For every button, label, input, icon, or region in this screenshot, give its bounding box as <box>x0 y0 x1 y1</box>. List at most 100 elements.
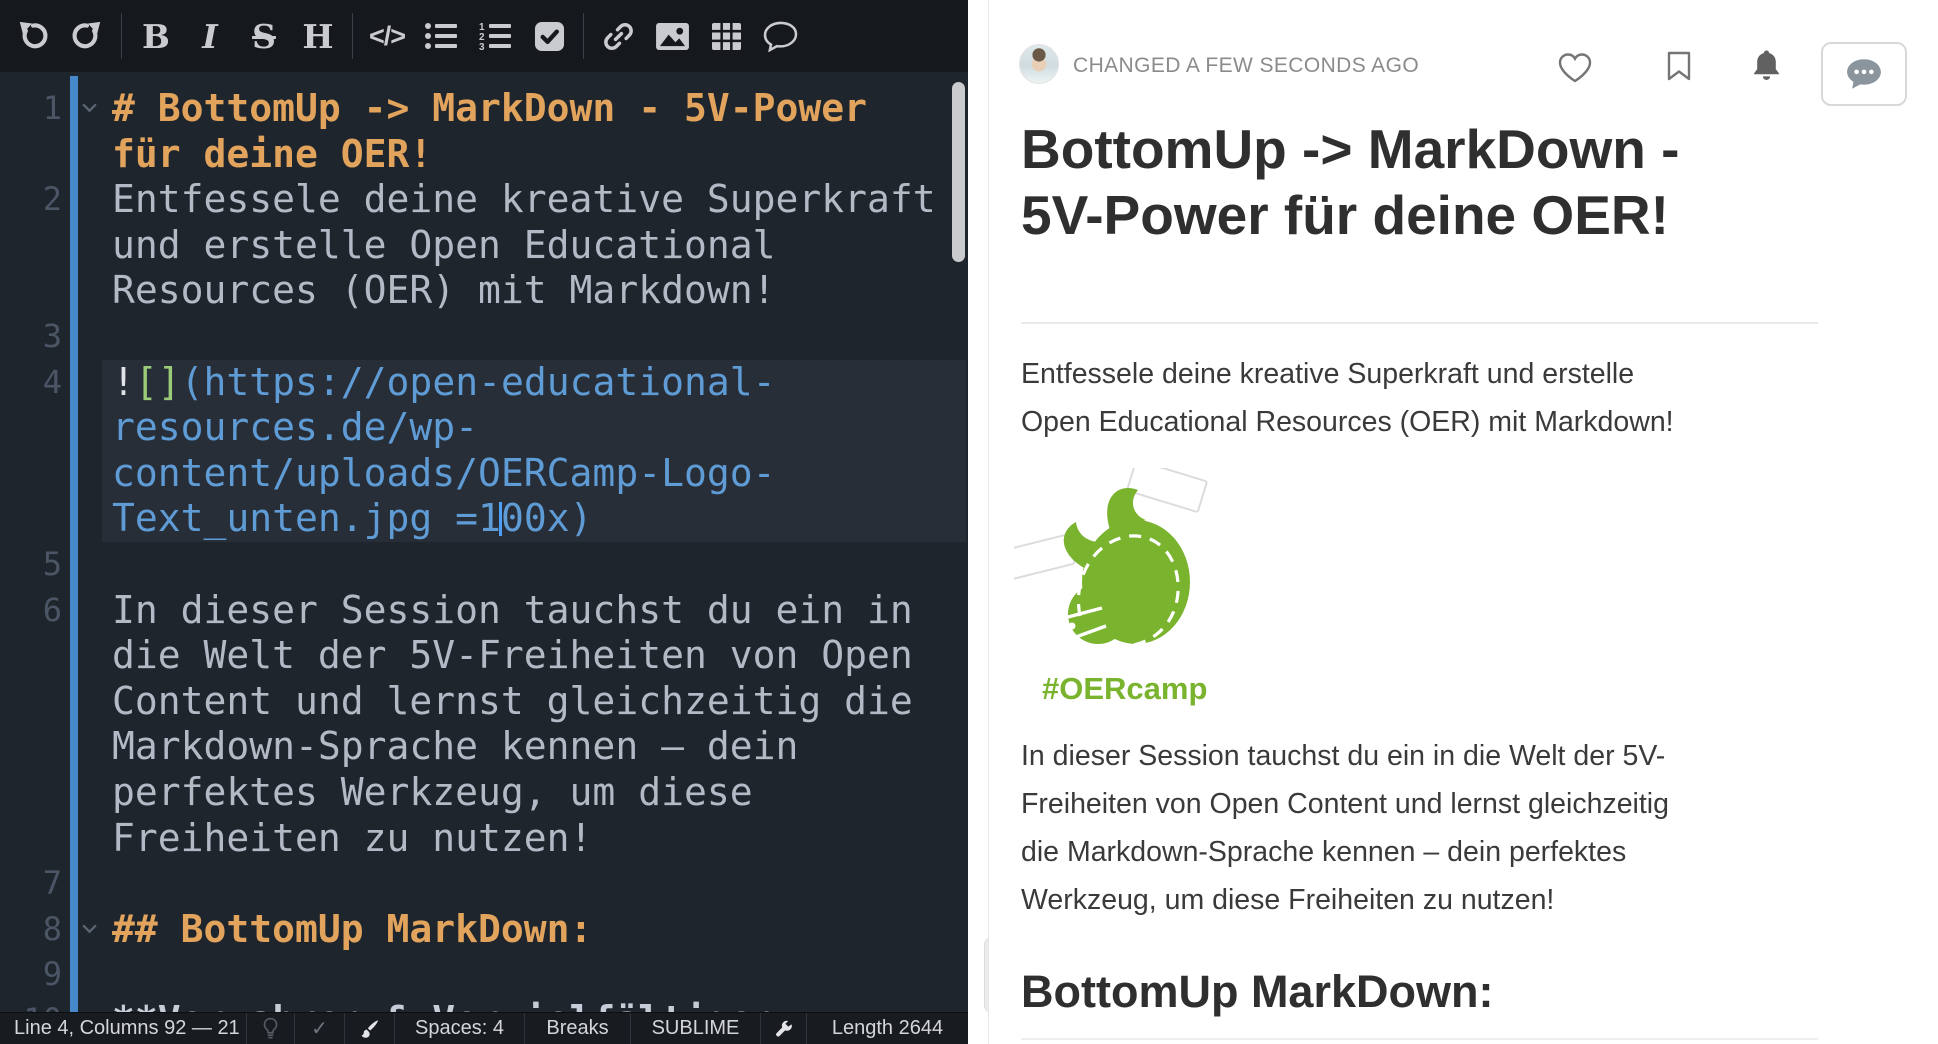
undo-button[interactable] <box>6 7 60 65</box>
horizontal-rule <box>1021 1038 1818 1040</box>
line-number <box>0 405 62 451</box>
toolbar-separator <box>352 13 353 59</box>
spellcheck-status-icon[interactable]: ✓ <box>294 1013 344 1044</box>
checklist-button[interactable] <box>522 7 576 65</box>
code-line[interactable] <box>102 542 966 588</box>
editor-scrollbar-thumb[interactable] <box>952 82 965 262</box>
like-heart-icon[interactable] <box>1557 52 1593 89</box>
code-line[interactable]: Content und lernst gleichzeitig die <box>102 679 966 725</box>
fold-chevron-icon[interactable] <box>81 919 98 938</box>
image-button[interactable] <box>645 7 699 65</box>
paragraph-line: Entfessele deine kreative Superkraft und… <box>1021 350 1841 398</box>
md-heading-text: für deine OER! <box>112 132 432 176</box>
lightbulb-icon[interactable] <box>246 1013 294 1044</box>
code-line[interactable]: die Welt der 5V-Freiheiten von Open <box>102 633 966 679</box>
editor-toolbar: B I S H </> 123 <box>0 0 968 72</box>
code-line[interactable]: Freiheiten zu nutzen! <box>102 816 966 862</box>
document-length-status: Length 2644 <box>806 1013 968 1044</box>
editor-text-area[interactable]: # BottomUp -> MarkDown - 5V-Power für de… <box>102 72 966 1012</box>
code-line[interactable]: für deine OER! <box>102 132 966 178</box>
open-comments-button[interactable] <box>1821 42 1907 106</box>
line-number <box>0 724 62 770</box>
italic-button[interactable]: I <box>183 7 237 65</box>
tape-piece <box>1127 468 1207 512</box>
line-number: 10 <box>0 998 62 1012</box>
indentation-setting[interactable]: Spaces: 4 <box>394 1013 524 1044</box>
line-number: 2 <box>0 177 62 223</box>
toolbar-separator <box>583 13 584 59</box>
linebreak-setting[interactable]: Breaks <box>524 1013 630 1044</box>
keymap-setting[interactable]: SUBLIME <box>630 1013 760 1044</box>
line-number: 5 <box>0 542 62 588</box>
paragraph-line: die Markdown-Sprache kennen – dein perfe… <box>1021 828 1841 876</box>
table-button[interactable] <box>699 7 753 65</box>
line-number: 6 <box>0 588 62 634</box>
comment-button[interactable] <box>753 7 807 65</box>
bookmark-icon[interactable] <box>1667 50 1691 87</box>
code-line[interactable]: ## BottomUp MarkDown: <box>102 907 966 953</box>
redo-button[interactable] <box>60 7 114 65</box>
document-title: BottomUp -> MarkDown - 5V-Power für dein… <box>1021 116 1851 248</box>
oercamp-logo-image: #OERcamp <box>1014 468 1224 707</box>
md-url: resources.de/wp- <box>112 405 478 449</box>
line-number <box>0 633 62 679</box>
code-line-active[interactable]: ![](https://open-educational- <box>102 360 966 406</box>
bold-button[interactable]: B <box>129 7 183 65</box>
session-paragraph: In dieser Session tauchst du ein in die … <box>1021 732 1841 924</box>
fold-chevron-icon[interactable] <box>81 98 98 117</box>
strikethrough-button[interactable]: S <box>237 7 291 65</box>
md-heading-text: ## BottomUp MarkDown: <box>112 907 592 951</box>
md-url: Text_unten.jpg =1 <box>112 496 501 540</box>
code-line[interactable]: # BottomUp -> MarkDown - 5V-Power <box>102 86 966 132</box>
code-line[interactable] <box>102 861 966 907</box>
code-line[interactable]: und erstelle Open Educational <box>102 223 966 269</box>
md-text: Resources (OER) mit Markdown! <box>112 268 775 312</box>
code-line[interactable]: In dieser Session tauchst du ein in <box>102 588 966 634</box>
line-number <box>0 132 62 178</box>
numbered-list-button[interactable]: 123 <box>468 7 522 65</box>
heading-button[interactable]: H <box>291 7 345 65</box>
section-heading: BottomUp MarkDown: <box>1021 966 1493 1018</box>
change-indicator-bar <box>70 76 78 1012</box>
md-text: perfektes Werkzeug, um diese <box>112 770 753 814</box>
notification-bell-icon[interactable] <box>1751 48 1782 87</box>
logo-caption: #OERcamp <box>1042 671 1224 707</box>
line-number: 9 <box>0 952 62 998</box>
code-line[interactable] <box>102 952 966 998</box>
md-heading-text: # BottomUp -> MarkDown - 5V-Power <box>112 86 867 130</box>
md-text: die Welt der 5V-Freiheiten von Open <box>112 633 913 677</box>
line-number <box>0 496 62 542</box>
preferences-wrench-icon[interactable] <box>760 1013 806 1044</box>
line-number: 7 <box>0 861 62 907</box>
code-line[interactable] <box>102 314 966 360</box>
avatar[interactable] <box>1019 44 1059 84</box>
line-number: 4 <box>0 360 62 406</box>
code-line[interactable]: Markdown-Sprache kennen – dein <box>102 724 966 770</box>
toolbar-separator <box>121 13 122 59</box>
bullet-list-button[interactable] <box>414 7 468 65</box>
cursor-position-status: Line 4, Columns 92 — 21 <box>0 1013 246 1044</box>
line-number: 8 <box>0 907 62 953</box>
code-line[interactable]: Entfessele deine kreative Superkraft <box>102 177 966 223</box>
md-text: Freiheiten zu nutzen! <box>112 816 592 860</box>
code-line-active[interactable]: content/uploads/OERCamp-Logo- <box>102 451 966 497</box>
link-button[interactable] <box>591 7 645 65</box>
code-line[interactable]: **Verwahren & Vervielfältigen <box>102 998 966 1012</box>
preview-pane: CHANGED A FEW SECONDS AGO BottomUp -> Ma… <box>988 0 1938 1044</box>
line-number <box>0 816 62 862</box>
theme-brush-icon[interactable] <box>344 1013 394 1044</box>
md-text: Markdown-Sprache kennen – dein <box>112 724 798 768</box>
flame-shape <box>1064 488 1190 644</box>
title-line: BottomUp -> MarkDown - <box>1021 116 1851 182</box>
code-line-active[interactable]: resources.de/wp- <box>102 405 966 451</box>
line-number <box>0 268 62 314</box>
code-line-active[interactable]: Text_unten.jpg =100x) <box>102 496 966 542</box>
code-editor[interactable]: 1 2 3 4 5 6 7 8 9 10 <box>0 72 968 1012</box>
md-url: 00x) <box>501 496 593 540</box>
code-line[interactable]: perfektes Werkzeug, um diese <box>102 770 966 816</box>
svg-text:3: 3 <box>479 42 485 51</box>
app-window: B I S H </> 123 <box>0 0 1938 1044</box>
code-line[interactable]: Resources (OER) mit Markdown! <box>102 268 966 314</box>
pane-divider <box>968 0 988 1044</box>
code-button[interactable]: </> <box>360 7 414 65</box>
